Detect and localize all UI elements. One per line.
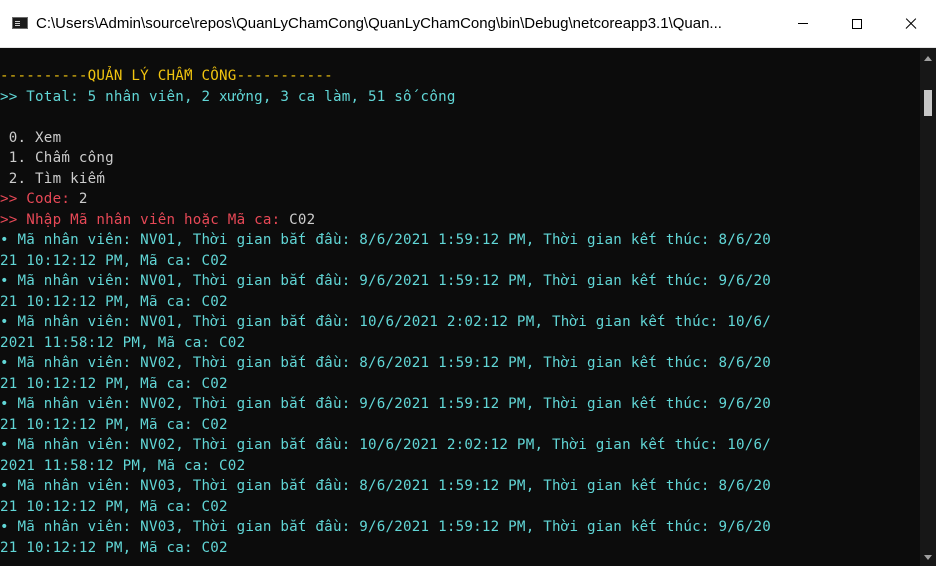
- result-line: 21 10:12:12 PM, Mã ca: C02: [0, 252, 228, 269]
- menu-item-timekeeping: 1. Chấm công: [0, 150, 114, 166]
- scroll-thumb[interactable]: [924, 90, 932, 116]
- search-value: C02: [289, 211, 316, 228]
- result-line: 2021 11:58:12 PM, Mã ca: C02: [0, 334, 246, 351]
- console-window: C:\Users\Admin\source\repos\QuanLyChamCo…: [0, 0, 936, 566]
- close-button[interactable]: [888, 0, 934, 47]
- scroll-down-icon[interactable]: [924, 555, 932, 560]
- result-line: • Mã nhân viên: NV01, Thời gian bắt đầu:…: [0, 314, 772, 330]
- result-line: • Mã nhân viên: NV03, Thời gian bắt đầu:…: [0, 519, 772, 535]
- result-line: 21 10:12:12 PM, Mã ca: C02: [0, 416, 228, 433]
- menu-item-view: 0. Xem: [0, 129, 62, 146]
- result-line: 2021 11:58:12 PM, Mã ca: C02: [0, 457, 246, 474]
- search-line: >> Nhập Mã nhân viên hoặc Mã ca: C02: [0, 210, 920, 231]
- result-line: 21 10:12:12 PM, Mã ca: C02: [0, 539, 228, 556]
- console-output[interactable]: ----------QUẢN LÝ CHẤM CÔNG----------- >…: [0, 66, 920, 566]
- maximize-button[interactable]: [834, 0, 880, 47]
- menu-item-search: 2. Tìm kiếm: [0, 170, 106, 187]
- console-total: >> Total: 5 nhân viên, 2 xưởng, 3 ca làm…: [0, 88, 456, 105]
- result-line: 21 10:12:12 PM, Mã ca: C02: [0, 498, 228, 515]
- close-icon: [904, 17, 918, 31]
- result-line: • Mã nhân viên: NV03, Thời gian bắt đầu:…: [0, 478, 772, 494]
- result-line: • Mã nhân viên: NV02, Thời gian bắt đầu:…: [0, 437, 772, 453]
- minimize-icon: [798, 23, 808, 24]
- console-header: ----------QUẢN LÝ CHẤM CÔNG-----------: [0, 68, 333, 84]
- search-prompt: >> Nhập Mã nhân viên hoặc Mã ca:: [0, 211, 290, 228]
- result-line: 21 10:12:12 PM, Mã ca: C02: [0, 375, 228, 392]
- title-bar[interactable]: C:\Users\Admin\source\repos\QuanLyChamCo…: [0, 0, 936, 48]
- vertical-scrollbar[interactable]: [920, 48, 936, 566]
- result-line: 21 10:12:12 PM, Mã ca: C02: [0, 293, 228, 310]
- code-line: >> Code: 2: [0, 189, 920, 210]
- console-icon: [12, 17, 28, 29]
- result-line: • Mã nhân viên: NV01, Thời gian bắt đầu:…: [0, 232, 772, 248]
- result-line: • Mã nhân viên: NV01, Thời gian bắt đầu:…: [0, 273, 772, 289]
- scroll-up-icon[interactable]: [924, 56, 932, 61]
- window-title: C:\Users\Admin\source\repos\QuanLyChamCo…: [36, 15, 722, 32]
- result-line: • Mã nhân viên: NV02, Thời gian bắt đầu:…: [0, 396, 772, 412]
- code-value: 2: [78, 191, 88, 207]
- result-line: • Mã nhân viên: NV02, Thời gian bắt đầu:…: [0, 355, 772, 371]
- code-prompt: >> Code:: [0, 191, 79, 207]
- minimize-button[interactable]: [780, 0, 826, 47]
- maximize-icon: [852, 18, 862, 29]
